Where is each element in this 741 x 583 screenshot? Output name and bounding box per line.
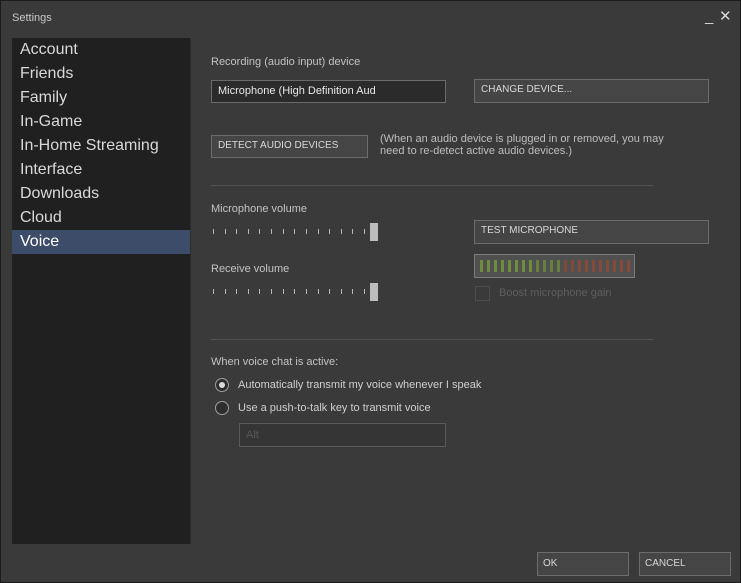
sidebar-item-family[interactable]: Family (12, 86, 190, 110)
level-meter-bar (522, 260, 525, 272)
slider-tick (341, 289, 342, 294)
level-meter-bar (578, 260, 581, 272)
slider-tick (318, 289, 319, 294)
slider-tick (306, 289, 307, 294)
auto-transmit-radio[interactable] (215, 378, 229, 392)
level-meter-bar (592, 260, 595, 272)
sidebar-item-cloud[interactable]: Cloud (12, 206, 190, 230)
voice-settings-panel: Recording (audio input) device Microphon… (192, 38, 732, 544)
microphone-volume-label: Microphone volume (211, 203, 307, 215)
level-meter-bar (487, 260, 490, 272)
settings-sidebar: Account Friends Family In-Game In-Home S… (12, 38, 191, 544)
slider-tick (225, 289, 226, 294)
slider-tick (259, 229, 260, 234)
close-icon[interactable]: ✕ (719, 9, 732, 25)
slider-tick (259, 289, 260, 294)
slider-tick (236, 289, 237, 294)
sidebar-item-in-home-streaming[interactable]: In-Home Streaming (12, 134, 190, 158)
sidebar-item-account[interactable]: Account (12, 38, 190, 62)
microphone-level-meter (474, 254, 635, 278)
sidebar-item-friends[interactable]: Friends (12, 62, 190, 86)
slider-tick (236, 229, 237, 234)
level-meter-bar (606, 260, 609, 272)
detect-audio-devices-button[interactable]: DETECT AUDIO DEVICES (211, 135, 368, 158)
microphone-volume-slider[interactable] (213, 223, 378, 241)
level-meter-bar (508, 260, 511, 272)
level-meter-bar (480, 260, 483, 272)
settings-window: Settings _ ✕ Account Friends Family In-G… (0, 0, 741, 583)
level-meter-bar (543, 260, 546, 272)
title-bar[interactable]: Settings _ ✕ (1, 1, 740, 35)
sidebar-item-in-game[interactable]: In-Game (12, 110, 190, 134)
window-title: Settings (12, 12, 52, 24)
sidebar-item-interface[interactable]: Interface (12, 158, 190, 182)
level-meter-bar (557, 260, 560, 272)
level-meter-bar (515, 260, 518, 272)
sidebar-item-downloads[interactable]: Downloads (12, 182, 190, 206)
level-meter-bar (599, 260, 602, 272)
slider-tick (329, 289, 330, 294)
detect-note-line-2: need to re-detect active audio devices.) (380, 145, 573, 157)
slider-tick (364, 289, 365, 294)
level-meter-bar (494, 260, 497, 272)
push-to-talk-label[interactable]: Use a push-to-talk key to transmit voice (238, 402, 431, 414)
auto-transmit-label[interactable]: Automatically transmit my voice whenever… (238, 379, 481, 391)
receive-volume-slider[interactable] (213, 283, 378, 301)
receive-volume-knob[interactable] (370, 283, 378, 301)
test-microphone-button[interactable]: TEST MICROPHONE (474, 220, 709, 244)
slider-tick (283, 229, 284, 234)
sidebar-item-voice[interactable]: Voice (12, 230, 190, 254)
level-meter-bar (501, 260, 504, 272)
push-to-talk-radio[interactable] (215, 401, 229, 415)
minimize-icon[interactable]: _ (705, 9, 713, 25)
recording-device-label: Recording (audio input) device (211, 56, 361, 68)
level-meter-bar (529, 260, 532, 272)
slider-tick (271, 229, 272, 234)
microphone-volume-knob[interactable] (370, 223, 378, 241)
level-meter-bar (536, 260, 539, 272)
level-meter-bar (571, 260, 574, 272)
slider-tick (248, 229, 249, 234)
voice-chat-active-label: When voice chat is active: (211, 356, 339, 368)
slider-tick (213, 289, 214, 294)
change-device-button[interactable]: CHANGE DEVICE... (474, 79, 709, 103)
slider-tick (352, 289, 353, 294)
slider-tick (306, 229, 307, 234)
boost-gain-label: Boost microphone gain (499, 287, 612, 299)
slider-tick (329, 229, 330, 234)
slider-tick (352, 229, 353, 234)
level-meter-bar (585, 260, 588, 272)
level-meter-bar (620, 260, 623, 272)
radio-selected-dot (219, 382, 225, 388)
slider-tick (248, 289, 249, 294)
recording-device-field[interactable]: Microphone (High Definition Aud (211, 80, 446, 103)
ok-button[interactable]: OK (537, 552, 629, 576)
level-meter-bar (613, 260, 616, 272)
receive-volume-label: Receive volume (211, 263, 290, 275)
level-meter-bar (550, 260, 553, 272)
slider-tick (271, 289, 272, 294)
level-meter-bar (564, 260, 567, 272)
level-meter-bar (627, 260, 630, 272)
slider-tick (283, 289, 284, 294)
detect-note-line-1: (When an audio device is plugged in or r… (380, 133, 664, 145)
slider-tick (341, 229, 342, 234)
slider-tick (294, 289, 295, 294)
slider-tick (364, 229, 365, 234)
boost-gain-checkbox[interactable] (475, 286, 490, 301)
slider-tick (318, 229, 319, 234)
slider-tick (294, 229, 295, 234)
slider-tick (225, 229, 226, 234)
cancel-button[interactable]: CANCEL (639, 552, 731, 576)
section-divider (211, 185, 653, 186)
section-divider-2 (211, 339, 653, 340)
slider-tick (213, 229, 214, 234)
push-to-talk-key-field[interactable]: Alt (239, 423, 446, 447)
